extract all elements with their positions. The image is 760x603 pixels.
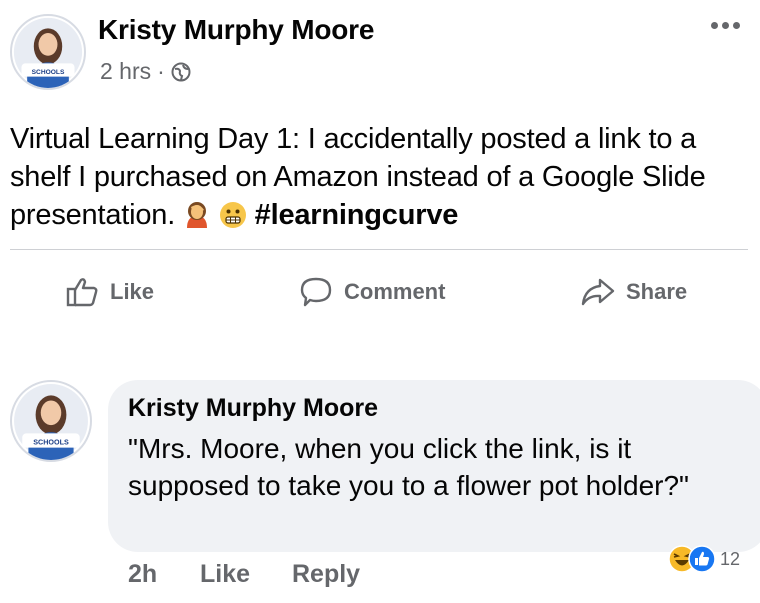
thumbs-up-icon: [66, 278, 98, 307]
comment-timestamp[interactable]: 2h: [128, 560, 157, 589]
post-timestamp[interactable]: 2 hrs: [100, 58, 151, 85]
post-author-name[interactable]: Kristy Murphy Moore: [98, 14, 374, 46]
comment-author-avatar[interactable]: SCHOOLS: [10, 380, 92, 462]
more-dot: [711, 22, 718, 29]
avatar-image: SCHOOLS: [13, 17, 83, 88]
post-author-avatar[interactable]: SCHOOLS: [10, 14, 86, 90]
post-body: Virtual Learning Day 1: I accidentally p…: [10, 120, 755, 234]
facepalm-emoji: [186, 202, 207, 228]
like-reaction-icon: [688, 545, 716, 573]
comment-button[interactable]: Comment: [300, 276, 445, 308]
post-meta: 2 hrs ·: [100, 58, 191, 85]
comment-reactions[interactable]: 12: [668, 545, 740, 573]
comment-like-button[interactable]: Like: [200, 560, 250, 589]
svg-text:SCHOOLS: SCHOOLS: [33, 439, 69, 447]
more-options-icon[interactable]: [711, 22, 740, 29]
like-label: Like: [110, 279, 155, 304]
comment-author-name[interactable]: Kristy Murphy Moore: [128, 394, 378, 423]
meta-separator: ·: [157, 58, 165, 84]
comment-label: Comment: [344, 279, 446, 304]
comment-icon: [300, 277, 332, 307]
comment-text: "Mrs. Moore, when you click the link, is…: [128, 433, 689, 501]
comment-reply-button[interactable]: Reply: [292, 560, 360, 589]
reaction-count: 12: [720, 548, 741, 569]
post-divider: [10, 249, 748, 250]
more-dot: [722, 22, 729, 29]
share-arrow-icon: [581, 278, 615, 306]
svg-text:SCHOOLS: SCHOOLS: [32, 69, 65, 76]
like-button[interactable]: Like: [66, 276, 154, 308]
grimace-emoji: [219, 202, 246, 228]
avatar-image: SCHOOLS: [14, 384, 88, 460]
more-dot: [733, 22, 740, 29]
share-button[interactable]: Share: [580, 276, 687, 308]
globe-icon[interactable]: [171, 62, 191, 82]
post-hashtag[interactable]: #learningcurve: [255, 199, 459, 231]
share-label: Share: [626, 279, 688, 304]
